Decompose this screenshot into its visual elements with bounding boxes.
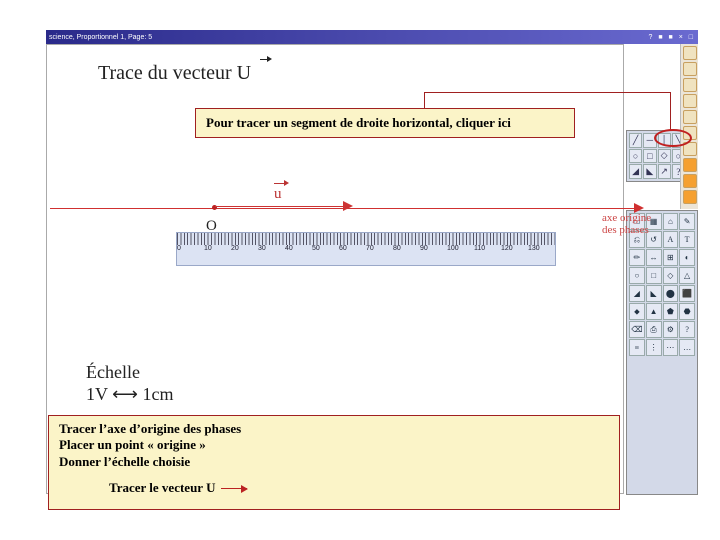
tool-button[interactable]: ⊞ <box>663 249 679 266</box>
tool-button[interactable]: ⚙ <box>663 321 679 338</box>
vector-u-line <box>215 206 345 207</box>
shape-tool[interactable]: ○ <box>629 149 642 164</box>
ruler-tick-label: 60 <box>339 245 366 252</box>
shape-tool[interactable]: ◇ <box>658 149 671 164</box>
callout-segment-tip: Pour tracer un segment de droite horizon… <box>195 108 575 138</box>
tool-button[interactable]: ≡ <box>629 339 645 356</box>
ruler[interactable]: 0102030405060708090100110120130 <box>176 232 556 266</box>
vector-u-arrowhead-icon <box>343 201 353 211</box>
ruler-tick-label: 30 <box>258 245 285 252</box>
tool-button[interactable]: ⌂ <box>663 213 679 230</box>
ruler-tick-label: 110 <box>474 245 501 252</box>
tool-button[interactable]: ⋯ <box>663 339 679 356</box>
ruler-tick-label: 10 <box>204 245 231 252</box>
tool-button[interactable]: ◐ <box>679 249 695 266</box>
app-titlebar: science, Proportionnel 1, Page: 5 ? ■ ■ … <box>46 30 698 44</box>
shape-tool[interactable]: ↗ <box>658 164 671 179</box>
tool-button[interactable]: ○ <box>629 267 645 284</box>
ruler-tick-label: 40 <box>285 245 312 252</box>
tool-button[interactable]: ⬤ <box>663 285 679 302</box>
instruction-line: Placer un point « origine » <box>59 437 609 453</box>
tool-button[interactable]: … <box>679 339 695 356</box>
tool-button[interactable]: ↔ <box>646 249 662 266</box>
tool-button[interactable]: ⋮ <box>646 339 662 356</box>
nav-button[interactable] <box>683 46 697 60</box>
nav-button[interactable] <box>683 190 697 204</box>
ruler-tick-label: 20 <box>231 245 258 252</box>
tool-button[interactable]: □ <box>646 267 662 284</box>
shape-tool[interactable]: □ <box>643 149 656 164</box>
instruction-line: Donner l’échelle choisie <box>59 454 609 470</box>
shape-tool[interactable]: ◣ <box>643 164 656 179</box>
axis-label: axe originedes phases <box>602 213 651 236</box>
nav-button[interactable] <box>683 110 697 124</box>
callout-segment-tip-text: Pour tracer un segment de droite horizon… <box>206 115 511 130</box>
tool-button[interactable]: ⎙ <box>646 321 662 338</box>
leader-line <box>670 92 671 134</box>
leader-line <box>424 92 425 108</box>
nav-button[interactable] <box>683 78 697 92</box>
arrow-icon <box>221 488 247 489</box>
highlight-circle-icon <box>654 129 692 147</box>
ruler-tick-label: 100 <box>447 245 474 252</box>
tool-button[interactable]: ⬛ <box>679 285 695 302</box>
ruler-tick-label: 90 <box>420 245 447 252</box>
tool-button[interactable]: ✏ <box>629 249 645 266</box>
scale-handwriting: Échelle 1V ⟷ 1cm <box>86 362 173 405</box>
tool-button[interactable]: T <box>679 231 695 248</box>
nav-button[interactable] <box>683 94 697 108</box>
shape-tool[interactable]: ╱ <box>629 133 642 148</box>
window-controls[interactable]: ? ■ ■ × □ <box>649 34 695 41</box>
nav-button[interactable] <box>683 158 697 172</box>
tools-toolbar: ▭▦⌂✎⎌↺AT✏↔⊞◐○□◇△◢◣⬤⬛⬥▲⬟⬣⌫⎙⚙?≡⋮⋯… <box>626 210 698 495</box>
ruler-labels: 0102030405060708090100110120130 <box>177 245 555 252</box>
ruler-tick-label: 70 <box>366 245 393 252</box>
vector-u-label: u <box>274 186 282 203</box>
side-nav-strip <box>680 44 698 209</box>
ruler-tick-label: 130 <box>528 245 555 252</box>
nav-button[interactable] <box>683 174 697 188</box>
tool-button[interactable]: ◣ <box>646 285 662 302</box>
tool-button[interactable]: ⌫ <box>629 321 645 338</box>
tool-button[interactable]: ⬟ <box>663 303 679 320</box>
tool-button[interactable]: ◇ <box>663 267 679 284</box>
ruler-tick-label: 50 <box>312 245 339 252</box>
tool-button[interactable]: ▲ <box>646 303 662 320</box>
tool-button[interactable]: ⬥ <box>629 303 645 320</box>
titlebar-text: science, Proportionnel 1, Page: 5 <box>49 34 152 41</box>
leader-line <box>424 92 670 93</box>
ruler-tick-label: 80 <box>393 245 420 252</box>
instruction-line: Tracer l’axe d’origine des phases <box>59 421 609 437</box>
instruction-line-vector: Tracer le vecteur U <box>109 480 609 496</box>
tool-button[interactable]: ◢ <box>629 285 645 302</box>
handwritten-title: Trace du vecteur U <box>98 62 265 85</box>
ruler-tick-label: 120 <box>501 245 528 252</box>
callout-instructions: Tracer l’axe d’origine des phases Placer… <box>48 415 620 510</box>
ruler-ticks <box>177 233 555 245</box>
tool-button[interactable]: △ <box>679 267 695 284</box>
tool-button[interactable]: ? <box>679 321 695 338</box>
ruler-tick-label: 0 <box>177 245 204 252</box>
nav-button[interactable] <box>683 62 697 76</box>
tool-button[interactable]: ✎ <box>679 213 695 230</box>
tool-button[interactable]: A <box>663 231 679 248</box>
tool-button[interactable]: ⬣ <box>679 303 695 320</box>
shape-tool[interactable]: ◢ <box>629 164 642 179</box>
